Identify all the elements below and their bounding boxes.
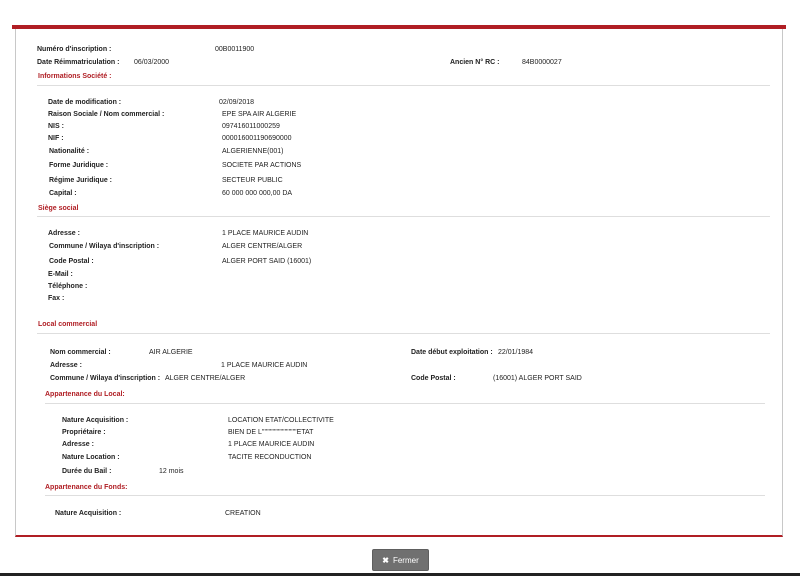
- close-icon: ✖: [382, 555, 389, 565]
- proprietaire-label: Propriétaire :: [62, 429, 106, 436]
- appartenance-local-divider: [45, 403, 765, 404]
- informations-societe-divider: [37, 85, 770, 86]
- nif-label: NIF :: [48, 135, 64, 142]
- siege-social-divider: [37, 216, 770, 217]
- numero-inscription-label: Numéro d'inscription :: [37, 46, 112, 53]
- tab-societe-label: Société: [37, 11, 64, 20]
- nationalite-label: Nationalité :: [49, 148, 90, 155]
- nature-location-label: Nature Location :: [62, 454, 120, 461]
- tab-activite-label: Activité Exercée: [122, 11, 180, 20]
- local-code-postal-label: Code Postal :: [411, 375, 456, 382]
- nature-location-value: TACITE RECONDUCTION: [228, 454, 312, 461]
- date-reimmatriculation-value: 06/03/2000: [134, 59, 170, 66]
- appartenance-local-title: Appartenance du Local:: [45, 391, 125, 398]
- nis-label: NIS :: [48, 123, 64, 130]
- ancien-rc-label: Ancien N° RC :: [450, 59, 500, 66]
- siege-code-postal-label: Code Postal :: [49, 258, 94, 265]
- fonds-nature-acquisition-value: CREATION: [225, 510, 261, 517]
- date-reimmatriculation-label: Date Réimmatriculation :: [37, 59, 120, 66]
- local-commercial-divider: [37, 333, 770, 334]
- forme-juridique-value: SOCIETE PAR ACTIONS: [222, 162, 302, 169]
- numero-inscription-value: 00B0011900: [215, 46, 255, 53]
- siege-commune-value: ALGER CENTRE/ALGER: [222, 243, 303, 250]
- nationalite-value: ALGERIENNE(001): [222, 148, 284, 155]
- siege-code-postal-value: ALGER PORT SAID (16001): [222, 258, 312, 265]
- capital-value: 60 000 000 000,00 DA: [222, 190, 293, 197]
- local-commercial-title: Local commercial: [38, 321, 98, 328]
- ancien-rc-value: 84B0000027: [522, 59, 562, 66]
- local-code-postal-value: (16001) ALGER PORT SAID: [493, 375, 582, 382]
- regime-juridique-label: Régime Juridique :: [49, 177, 113, 184]
- nature-acquisition-value: LOCATION ETAT/COLLECTIVITE: [228, 417, 334, 424]
- nom-commercial-label: Nom commercial :: [50, 349, 111, 356]
- siege-adresse-label: Adresse :: [48, 230, 80, 237]
- informations-societe-title: Informations Société :: [38, 73, 112, 80]
- local-commune-label: Commune / Wilaya d'inscription :: [50, 375, 161, 382]
- details-panel: [15, 29, 783, 537]
- local-adresse-label: Adresse :: [50, 362, 82, 369]
- siege-fax-label: Fax :: [48, 295, 65, 302]
- date-modification-label: Date de modification :: [48, 99, 122, 106]
- date-debut-exploitation-label: Date début exploitation :: [411, 349, 493, 356]
- siege-telephone-label: Téléphone :: [48, 283, 88, 290]
- local-adresse-value: 1 PLACE MAURICE AUDIN: [221, 362, 308, 369]
- local-commune-value: ALGER CENTRE/ALGER: [165, 375, 246, 382]
- capital-label: Capital :: [49, 190, 77, 197]
- duree-bail-label: Durée du Bail :: [62, 468, 112, 475]
- nature-acquisition-label: Nature Acquisition :: [62, 417, 129, 424]
- siege-email-label: E-Mail :: [48, 271, 73, 278]
- appartenance-adresse-value: 1 PLACE MAURICE AUDIN: [228, 441, 315, 448]
- tab-activite-exercee[interactable]: Activité Exercée: [100, 5, 216, 27]
- nis-value: 097416011000259: [222, 123, 280, 130]
- siege-social-title: Siège social: [38, 205, 79, 212]
- duree-bail-value: 12 mois: [159, 468, 184, 475]
- appartenance-fonds-divider: [45, 495, 765, 496]
- raison-sociale-value: EPE SPA AIR ALGERIE: [222, 111, 297, 118]
- close-button[interactable]: ✖ Fermer: [372, 549, 429, 571]
- tab-modifications[interactable]: Modifications: [308, 5, 422, 27]
- proprietaire-value: BIEN DE L''''''''''''''''''''''''''ETAT: [228, 429, 314, 436]
- raison-sociale-label: Raison Sociale / Nom commercial :: [48, 111, 165, 118]
- date-modification-value: 02/09/2018: [219, 99, 255, 106]
- date-debut-exploitation-value: 22/01/1984: [498, 349, 534, 356]
- tab-strip: Société Activité Exercée Associés Modifi…: [0, 0, 800, 27]
- tab-associes[interactable]: Associés: [217, 5, 319, 27]
- nom-commercial-value: AIR ALGERIE: [149, 349, 193, 356]
- tab-associes-label: Associés: [239, 11, 272, 20]
- tab-modifications-label: Modifications: [330, 11, 379, 20]
- regime-juridique-value: SECTEUR PUBLIC: [222, 177, 283, 184]
- appartenance-fonds-title: Appartenance du Fonds:: [45, 484, 128, 491]
- siege-adresse-value: 1 PLACE MAURICE AUDIN: [222, 230, 309, 237]
- forme-juridique-label: Forme Juridique :: [49, 162, 109, 169]
- fonds-nature-acquisition-label: Nature Acquisition :: [55, 510, 122, 517]
- siege-commune-label: Commune / Wilaya d'inscription :: [49, 243, 160, 250]
- appartenance-adresse-label: Adresse :: [62, 441, 94, 448]
- close-button-label: Fermer: [392, 555, 419, 565]
- nif-value: 000016001190690000: [222, 135, 292, 142]
